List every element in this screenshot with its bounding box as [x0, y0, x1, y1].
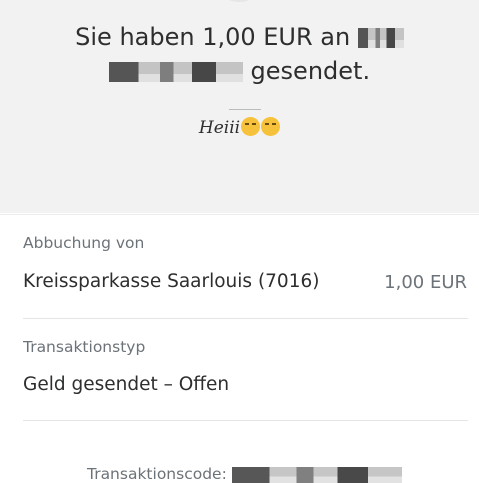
debit-account: Kreissparkasse Saarlouis (7016)	[23, 271, 320, 292]
note-divider	[229, 109, 261, 110]
confirmation-text-part1: Sie haben 1,00 EUR an	[75, 23, 351, 51]
payment-note-text: Heiii	[198, 118, 241, 138]
confirmation-line-2: gesendet.	[0, 54, 479, 88]
section-divider	[0, 214, 479, 215]
debit-amount: 1,00 EUR	[384, 272, 467, 293]
debit-label: Abbuchung von	[23, 234, 145, 252]
transaction-code: Transaktionscode:	[87, 465, 402, 483]
row-divider	[23, 318, 468, 319]
avatar-edge	[211, 0, 267, 2]
row-divider	[23, 420, 468, 421]
redacted-recipient-name	[357, 28, 404, 48]
confirmation-line-1: Sie haben 1,00 EUR an	[0, 20, 479, 54]
transaction-type-label: Transaktionstyp	[23, 338, 146, 356]
confirmation-text-part2: gesendet.	[250, 57, 371, 85]
redacted-transaction-code	[231, 466, 402, 483]
tears-of-joy-emoji	[261, 117, 281, 136]
smirking-face-emoji	[241, 117, 261, 136]
confirmation-header: Sie haben 1,00 EUR an gesendet. Heiii	[0, 0, 479, 213]
redacted-recipient-id	[108, 62, 243, 82]
transaction-code-label: Transaktionscode:	[87, 465, 227, 483]
payment-note: Heiii	[0, 117, 479, 138]
transaction-type-value: Geld gesendet – Offen	[23, 374, 230, 395]
confirmation-message: Sie haben 1,00 EUR an gesendet.	[0, 20, 479, 88]
